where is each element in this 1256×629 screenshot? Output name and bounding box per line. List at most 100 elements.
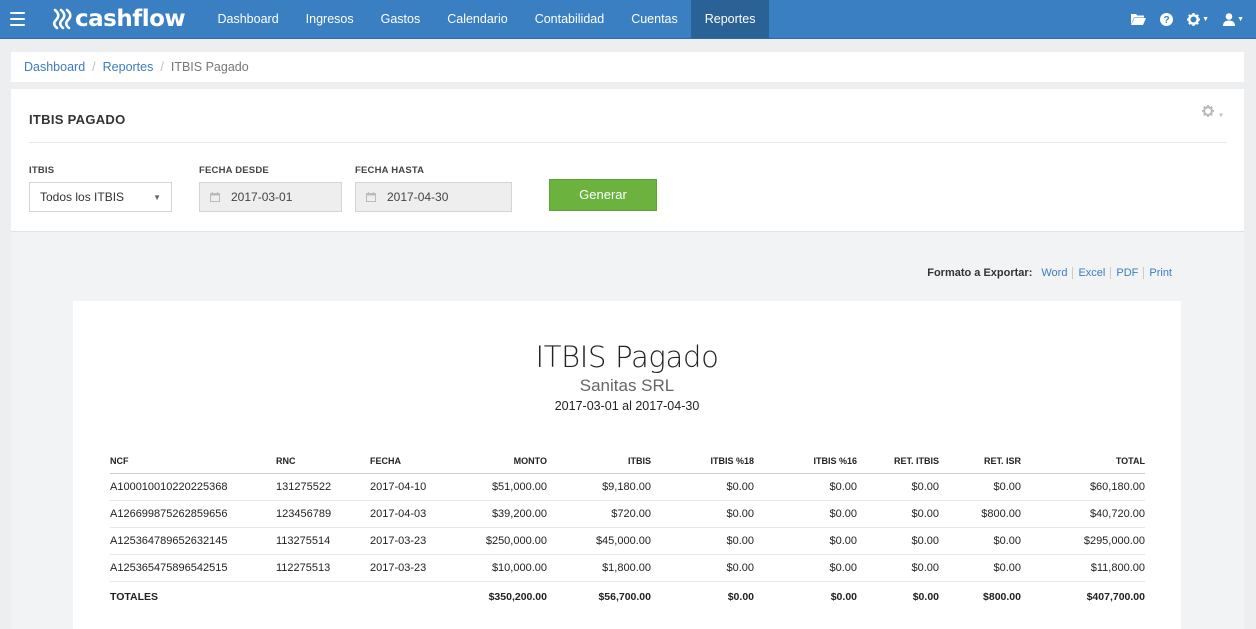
- cell-ret-itbis: $0.00: [857, 554, 939, 582]
- cell-itbis: $1,800.00: [547, 554, 651, 582]
- settings-dropdown[interactable]: ▼: [1180, 0, 1216, 38]
- column-header-ret-itbis: RET. ITBIS: [857, 451, 939, 474]
- cell-ncf: A125364789652632145: [110, 527, 276, 555]
- column-header-ncf: NCF: [110, 451, 276, 474]
- nav-item-dashboard[interactable]: Dashboard: [204, 0, 292, 38]
- cell-rnc: 112275513: [276, 554, 370, 582]
- report-title: ITBIS Pagado: [535, 340, 719, 374]
- fecha-hasta-label: FECHA HASTA: [355, 165, 425, 176]
- nav-item-reportes[interactable]: Reportes: [691, 0, 769, 38]
- nav-item-gastos[interactable]: Gastos: [367, 0, 434, 38]
- report-document: ITBIS Pagado Sanitas SRL 2017-03-01 al 2…: [73, 301, 1181, 629]
- export-word-link[interactable]: Word: [1041, 267, 1072, 279]
- user-icon: [1223, 12, 1236, 26]
- cell-fecha: 2017-03-23: [370, 554, 450, 582]
- cell-total: $295,000.00: [1021, 527, 1145, 555]
- cell-monto: $39,200.00: [450, 500, 547, 528]
- cell-rnc: 123456789: [276, 500, 370, 528]
- cell-ret-itbis: $0.00: [857, 500, 939, 528]
- report-company: Sanitas SRL: [579, 376, 675, 395]
- table-row: A125364789652632145 113275514 2017-03-23…: [110, 527, 1145, 555]
- breadcrumb-reportes[interactable]: Reportes: [103, 60, 154, 74]
- app-logo[interactable]: cashflow: [52, 5, 186, 33]
- cell-itbis-16: $0.00: [754, 473, 857, 501]
- cell-itbis-16: $0.00: [754, 500, 857, 528]
- generar-button[interactable]: Generar: [549, 179, 657, 211]
- cell-fecha: 2017-04-03: [370, 500, 450, 528]
- cell-monto: $250,000.00: [450, 527, 547, 555]
- chevron-down-icon: ▼: [1202, 15, 1210, 23]
- cell-itbis: $45,000.00: [547, 527, 651, 555]
- breadcrumb-dashboard[interactable]: Dashboard: [24, 60, 85, 74]
- nav-item-ingresos[interactable]: Ingresos: [292, 0, 367, 38]
- column-header-total: TOTAL: [1021, 451, 1145, 474]
- totals-fecha: [370, 580, 450, 613]
- folder-icon[interactable]: [1124, 0, 1153, 38]
- nav-item-contabilidad[interactable]: Contabilidad: [521, 0, 618, 38]
- chevron-down-icon: ▼: [1237, 15, 1244, 23]
- chevron-down-icon: ▼: [153, 192, 161, 202]
- cell-itbis-16: $0.00: [754, 554, 857, 582]
- report-area: Formato a Exportar: Word Excel PDF Print…: [11, 231, 1244, 629]
- export-bar: Formato a Exportar: Word Excel PDF Print: [927, 267, 1177, 279]
- export-label: Formato a Exportar:: [927, 267, 1033, 279]
- calendar-icon: [366, 192, 376, 202]
- cell-ncf: A100010010220225368: [110, 473, 276, 501]
- panel-header: ITBIS PAGADO ▼ ITBIS Todos los ITBIS ▼ F…: [11, 89, 1244, 231]
- table-row: A126699875262859656 123456789 2017-04-03…: [110, 500, 1145, 528]
- nav-item-calendario[interactable]: Calendario: [434, 0, 521, 38]
- fecha-desde-input[interactable]: 2017-03-01: [199, 182, 342, 212]
- itbis-label: ITBIS: [29, 165, 55, 176]
- column-header-itbis-16: ITBIS %16: [754, 451, 857, 474]
- cell-itbis: $720.00: [547, 500, 651, 528]
- cell-ret-isr: $0.00: [939, 554, 1021, 582]
- report-date-range: 2017-03-01 al 2017-04-30: [554, 399, 700, 413]
- breadcrumb: Dashboard / Reportes / ITBIS Pagado: [11, 52, 1244, 82]
- calendar-icon: [210, 192, 220, 202]
- totals-total: $407,700.00: [1021, 580, 1145, 613]
- fecha-hasta-input[interactable]: 2017-04-30: [355, 182, 512, 212]
- cell-itbis-18: $0.00: [651, 554, 754, 582]
- menu-toggle-icon[interactable]: [10, 12, 25, 26]
- cashflow-logo-icon: [52, 8, 72, 30]
- cell-itbis: $9,180.00: [547, 473, 651, 501]
- nav-right-tools: ? ▼ ▼: [1124, 0, 1256, 38]
- itbis-select-value: Todos los ITBIS: [40, 190, 125, 204]
- cell-fecha: 2017-04-10: [370, 473, 450, 501]
- fecha-desde-value: 2017-03-01: [231, 190, 293, 204]
- breadcrumb-separator: /: [160, 60, 164, 74]
- fecha-hasta-value: 2017-04-30: [387, 190, 449, 204]
- divider: [29, 142, 1226, 143]
- main-nav: Dashboard Ingresos Gastos Calendario Con…: [204, 0, 769, 38]
- itbis-select[interactable]: Todos los ITBIS ▼: [29, 182, 172, 212]
- cell-itbis-18: $0.00: [651, 527, 754, 555]
- help-icon[interactable]: ?: [1153, 0, 1180, 38]
- column-header-rnc: RNC: [276, 451, 370, 474]
- export-print-link[interactable]: Print: [1143, 267, 1177, 279]
- cell-fecha: 2017-03-23: [370, 527, 450, 555]
- totals-itbis: $56,700.00: [547, 580, 651, 613]
- export-excel-link[interactable]: Excel: [1072, 267, 1110, 279]
- cell-ret-isr: $0.00: [939, 527, 1021, 555]
- page-title: ITBIS PAGADO: [29, 112, 126, 127]
- cell-ret-isr: $0.00: [939, 473, 1021, 501]
- export-pdf-link[interactable]: PDF: [1110, 267, 1143, 279]
- totals-itbis-16: $0.00: [754, 580, 857, 613]
- user-dropdown[interactable]: ▼: [1216, 0, 1256, 38]
- cell-total: $40,720.00: [1021, 500, 1145, 528]
- fecha-desde-label: FECHA DESDE: [199, 165, 269, 176]
- cell-itbis-18: $0.00: [651, 500, 754, 528]
- totals-ret-itbis: $0.00: [857, 580, 939, 613]
- cell-ret-isr: $800.00: [939, 500, 1021, 528]
- svg-text:?: ?: [1164, 15, 1170, 26]
- panel-settings-button[interactable]: ▼: [1202, 105, 1224, 120]
- totals-monto: $350,200.00: [450, 580, 547, 613]
- cell-rnc: 113275514: [276, 527, 370, 555]
- cell-ncf: A125365475896542515: [110, 554, 276, 582]
- chevron-down-icon: ▼: [1218, 113, 1224, 119]
- column-header-itbis-18: ITBIS %18: [651, 451, 754, 474]
- table-header-row: NCF RNC FECHA MONTO ITBIS ITBIS %18 ITBI…: [110, 451, 1145, 474]
- breadcrumb-separator: /: [92, 60, 96, 74]
- column-header-itbis: ITBIS: [547, 451, 651, 474]
- nav-item-cuentas[interactable]: Cuentas: [618, 0, 692, 38]
